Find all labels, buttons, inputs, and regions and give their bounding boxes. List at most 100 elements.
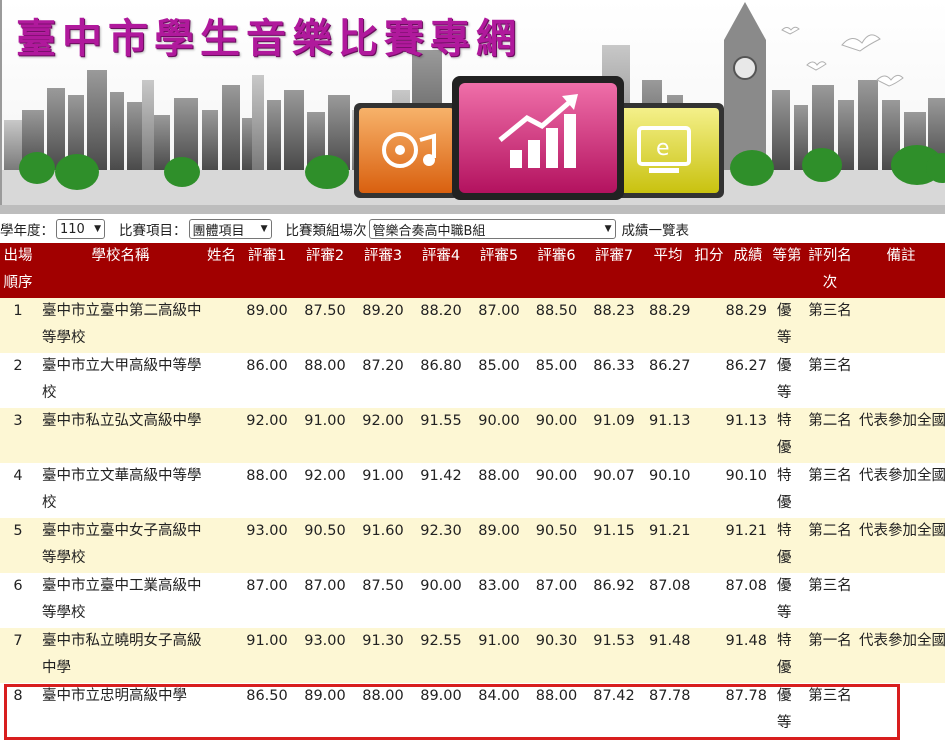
cell-grade: 優等 (771, 573, 803, 628)
col-header-average: 平均 (643, 243, 693, 298)
col-header-judge6: 評審6 (528, 243, 585, 298)
cell-judge5: 91.00 (470, 628, 528, 683)
cell-average: 90.10 (643, 463, 693, 518)
table-row: 4 臺中市立文華高級中等學校 88.00 92.00 91.00 91.42 88.00 90… (0, 463, 945, 518)
cell-rank: 第三名 (803, 298, 857, 353)
banner-divider (0, 205, 945, 214)
cell-judge4: 91.42 (412, 463, 470, 518)
cell-judge4: 90.00 (412, 573, 470, 628)
cell-judge3: 88.00 (354, 683, 412, 738)
cell-judge1: 93.00 (238, 518, 296, 573)
cell-judge3: 89.20 (354, 298, 412, 353)
cell-score: 88.29 (725, 298, 771, 353)
col-header-rank: 評列名次 (803, 243, 857, 298)
cell-note (857, 298, 945, 353)
cell-judge6: 87.00 (528, 573, 585, 628)
cell-note: 代表參加全國決賽 (857, 463, 945, 518)
table-header-row: 出場順序 學校名稱 姓名 評審1 評審2 評審3 評審4 評審5 評審6 評審7… (0, 243, 945, 298)
cell-judge6: 88.50 (528, 298, 585, 353)
cell-note: 代表參加全國決賽 (857, 408, 945, 463)
cell-judge5: 84.00 (470, 683, 528, 738)
table-row: 5 臺中市立臺中女子高級中等學校 93.00 90.50 91.60 92.30 89.00… (0, 518, 945, 573)
cell-average: 88.29 (643, 298, 693, 353)
cell-judge3: 91.30 (354, 628, 412, 683)
cell-school: 臺中市私立曉明女子高級中學 (36, 628, 205, 683)
cell-judge5: 88.00 (470, 463, 528, 518)
year-select-value: 110 (60, 221, 85, 237)
cell-grade: 特優 (771, 628, 803, 683)
cell-note (857, 573, 945, 628)
cell-judge2: 89.00 (296, 683, 354, 738)
cell-rank: 第三名 (803, 463, 857, 518)
cell-score: 90.10 (725, 463, 771, 518)
cell-order: 8 (0, 683, 36, 738)
clock-tower (724, 2, 766, 170)
item-select[interactable]: 團體項目 ▼ (188, 219, 272, 239)
cell-judge2: 92.00 (296, 463, 354, 518)
cell-judge2: 87.50 (296, 298, 354, 353)
cell-judge6: 90.00 (528, 408, 585, 463)
cell-note (857, 353, 945, 408)
cell-judge4: 88.20 (412, 298, 470, 353)
cell-judge1: 87.00 (238, 573, 296, 628)
cell-judge1: 88.00 (238, 463, 296, 518)
cell-grade: 優等 (771, 298, 803, 353)
cell-rank: 第一名 (803, 628, 857, 683)
table-row: 8 臺中市立忠明高級中學 86.50 89.00 88.00 89.00 84.00 88.0… (0, 683, 945, 738)
cell-order: 5 (0, 518, 36, 573)
cell-order: 6 (0, 573, 36, 628)
cell-average: 87.08 (643, 573, 693, 628)
table-row: 1 臺中市立臺中第二高級中等學校 89.00 87.50 89.20 88.20 87.00… (0, 298, 945, 353)
cell-score: 87.78 (725, 683, 771, 738)
cell-rank: 第三名 (803, 573, 857, 628)
cell-judge4: 86.80 (412, 353, 470, 408)
monitor-e-icon: e (614, 103, 724, 198)
cell-judge2: 87.00 (296, 573, 354, 628)
col-header-judge4: 評審4 (412, 243, 470, 298)
cell-judge1: 91.00 (238, 628, 296, 683)
cell-grade: 優等 (771, 353, 803, 408)
item-select-value: 團體項目 (192, 223, 245, 239)
results-table-body: 1 臺中市立臺中第二高級中等學校 89.00 87.50 89.20 88.20 87.00… (0, 298, 945, 738)
cell-name (205, 298, 238, 353)
col-header-school: 學校名稱 (36, 243, 205, 298)
col-header-order: 出場順序 (0, 243, 36, 298)
cell-judge3: 91.00 (354, 463, 412, 518)
cell-grade: 特優 (771, 518, 803, 573)
cell-order: 2 (0, 353, 36, 408)
year-select[interactable]: 110 ▼ (56, 219, 105, 239)
col-header-judge1: 評審1 (238, 243, 296, 298)
cell-judge6: 90.30 (528, 628, 585, 683)
cell-score: 91.13 (725, 408, 771, 463)
cell-rank: 第二名 (803, 408, 857, 463)
col-header-judge2: 評審2 (296, 243, 354, 298)
site-banner: e 臺中市學生音樂比賽專網 (0, 0, 945, 205)
results-list-link[interactable]: 成績一覽表 (622, 219, 690, 239)
cell-judge7: 86.33 (585, 353, 643, 408)
col-header-name: 姓名 (205, 243, 238, 298)
growth-chart-icon (452, 76, 624, 200)
cell-average: 86.27 (643, 353, 693, 408)
cell-school: 臺中市立大甲高級中等學校 (36, 353, 205, 408)
group-select[interactable]: 管樂合奏高中職B組 ▼ (368, 219, 616, 239)
year-label: 學年度： (0, 223, 54, 239)
cell-judge5: 90.00 (470, 408, 528, 463)
cell-judge4: 92.30 (412, 518, 470, 573)
cell-judge4: 92.55 (412, 628, 470, 683)
cell-rank: 第二名 (803, 518, 857, 573)
cell-judge4: 91.55 (412, 408, 470, 463)
col-header-judge5: 評審5 (470, 243, 528, 298)
cell-judge5: 85.00 (470, 353, 528, 408)
cell-score: 91.48 (725, 628, 771, 683)
cell-deduction (693, 298, 725, 353)
cell-judge7: 88.23 (585, 298, 643, 353)
cell-name (205, 628, 238, 683)
chevron-down-icon: ▼ (94, 224, 101, 234)
cell-grade: 特優 (771, 463, 803, 518)
cell-judge7: 90.07 (585, 463, 643, 518)
group-label: 比賽類組場次 (285, 223, 367, 239)
table-row: 7 臺中市私立曉明女子高級中學 91.00 93.00 91.30 92.55 91.00 9… (0, 628, 945, 683)
cell-deduction (693, 628, 725, 683)
cell-judge6: 90.00 (528, 463, 585, 518)
table-row: 2 臺中市立大甲高級中等學校 86.00 88.00 87.20 86.80 85.00 85… (0, 353, 945, 408)
